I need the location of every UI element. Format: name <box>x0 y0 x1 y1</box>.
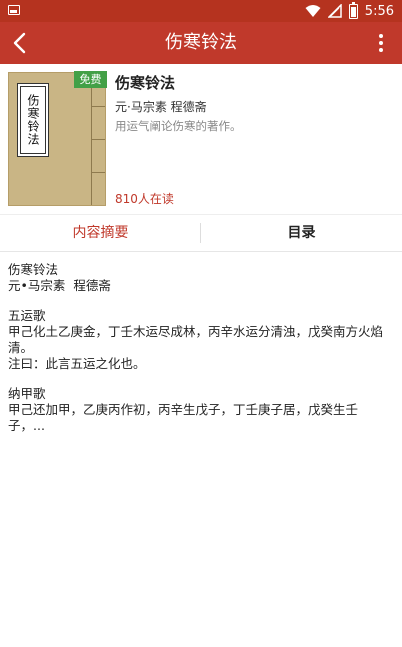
section-note: 注曰：此言五运之化也。 <box>8 356 146 371</box>
book-author: 元·马宗素 程德斋 <box>115 100 207 114</box>
status-icons: 5:56 <box>305 1 394 20</box>
cover-label: 伤寒铃法 <box>17 83 49 157</box>
reader-count: 810人在读 <box>115 192 174 206</box>
section-title: 五运歌 <box>8 308 46 323</box>
tab-contents[interactable]: 目录 <box>201 215 402 251</box>
section-title: 纳甲歌 <box>8 386 46 401</box>
page-title: 伤寒铃法 <box>165 32 237 53</box>
summary-author: 元•马宗素 程德斋 <box>8 278 111 293</box>
status-time: 5:56 <box>364 3 394 19</box>
book-cover: 伤寒铃法 <box>8 72 106 206</box>
app-bar: 伤寒铃法 <box>0 22 402 64</box>
tab-bar: 内容摘要 目录 <box>0 214 402 252</box>
tab-divider <box>200 223 201 243</box>
section-body: 甲己还加甲，乙庚丙作初，丙辛生戊子，丁壬庚子居，戊癸生壬子，... <box>8 402 359 433</box>
summary-title: 伤寒铃法 <box>8 262 59 277</box>
book-description: 用运气阐论伤寒的著作。 <box>115 119 242 133</box>
cover-title: 伤寒铃法 <box>20 86 46 154</box>
book-meta: 伤寒铃法 元·马宗素 程德斋 用运气阐论伤寒的著作。 810人在读 <box>115 64 392 212</box>
summary-content: 伤寒铃法 元•马宗素 程德斋 五运歌 甲己化土乙庚金，丁壬木运尽成林，丙辛水运分… <box>8 262 388 434</box>
section-body: 甲己化土乙庚金，丁壬木运尽成林，丙辛水运分清浊，戊癸南方火焰清。 <box>8 324 384 355</box>
book-title: 伤寒铃法 <box>115 74 176 92</box>
book-header: 伤寒铃法 免费 伤寒铃法 元·马宗素 程德斋 用运气阐论伤寒的著作。 810人在… <box>0 64 402 212</box>
back-arrow-icon[interactable] <box>6 28 36 58</box>
battery-icon <box>348 1 358 19</box>
tab-summary[interactable]: 内容摘要 <box>0 215 201 251</box>
image-notification-icon <box>8 5 20 15</box>
more-options-icon[interactable] <box>368 30 394 56</box>
free-badge: 免费 <box>74 71 107 88</box>
cover-binding <box>91 73 105 205</box>
status-bar: 5:56 <box>0 0 402 22</box>
wifi-icon <box>305 5 321 17</box>
signal-icon <box>327 4 342 18</box>
